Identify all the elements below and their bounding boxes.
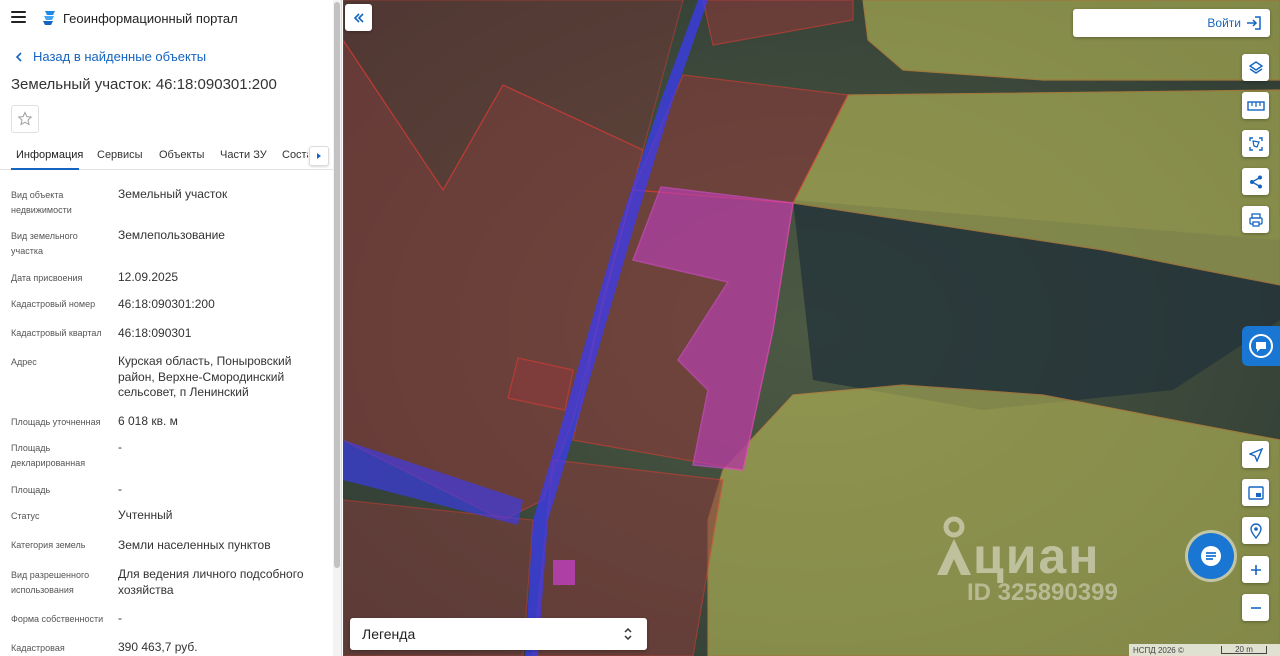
farmland-parcel-se bbox=[707, 384, 1280, 656]
ruler-icon bbox=[1246, 100, 1265, 111]
navigation-arrow-icon bbox=[1248, 447, 1263, 462]
property-value: 46:18:090301 bbox=[118, 326, 192, 340]
tab-objects[interactable]: Объекты bbox=[159, 149, 204, 161]
property-label: Площадь bbox=[11, 485, 51, 495]
login-label: Войти bbox=[1207, 16, 1241, 30]
property-value: 12.09.2025 bbox=[118, 270, 179, 284]
property-label: Статус bbox=[11, 511, 40, 521]
scrollbar-thumb[interactable] bbox=[334, 2, 340, 568]
picture-in-picture-icon bbox=[1247, 485, 1264, 500]
minimap-button[interactable] bbox=[1242, 479, 1269, 506]
property-value: - bbox=[118, 482, 122, 496]
map-view[interactable]: Войти циан ID 325890399 Легенда НСПД 202… bbox=[343, 0, 1280, 656]
share-button[interactable] bbox=[1242, 168, 1269, 195]
chevron-updown-icon bbox=[624, 627, 632, 641]
chat-bubble-icon bbox=[1201, 546, 1221, 566]
minus-icon bbox=[1250, 606, 1261, 609]
favorite-button[interactable] bbox=[11, 105, 39, 133]
tab-parts[interactable]: Части ЗУ bbox=[220, 149, 267, 161]
portal-title: Геоинформационный портал bbox=[63, 11, 238, 26]
property-label: Форма собственности bbox=[11, 614, 104, 624]
ruler-button[interactable] bbox=[1242, 92, 1269, 119]
share-icon bbox=[1249, 175, 1262, 188]
feedback-side-tab[interactable] bbox=[1242, 326, 1280, 366]
legend-select[interactable]: Легенда bbox=[350, 618, 647, 650]
property-label: Площадь уточненная bbox=[11, 417, 101, 427]
property-label: Дата присвоения bbox=[11, 273, 83, 283]
zoom-in-button[interactable] bbox=[1242, 556, 1269, 583]
property-value: - bbox=[118, 611, 122, 625]
zoom-out-button[interactable] bbox=[1242, 594, 1269, 621]
map-pin-icon bbox=[1249, 522, 1262, 539]
active-tab-indicator bbox=[11, 168, 79, 170]
property-value: Учтенный bbox=[118, 508, 173, 522]
print-button[interactable] bbox=[1242, 206, 1269, 233]
property-label: Кадастровая bbox=[11, 643, 65, 653]
map-canvas[interactable] bbox=[343, 0, 1280, 656]
tabs-scroll-right-button[interactable] bbox=[309, 146, 329, 166]
property-value: Земельный участок bbox=[118, 187, 228, 201]
tab-services[interactable]: Сервисы bbox=[97, 149, 143, 161]
star-icon bbox=[17, 111, 33, 126]
collapse-panel-button[interactable] bbox=[345, 4, 372, 31]
property-label: Вид объекта недвижимости bbox=[11, 190, 72, 215]
property-value: Для ведения личного подсобного хозяйства bbox=[118, 567, 304, 597]
login-icon bbox=[1247, 16, 1261, 30]
property-label: Кадастровый номер bbox=[11, 299, 96, 309]
property-value: 6 018 кв. м bbox=[118, 414, 178, 428]
property-value: - bbox=[118, 440, 122, 454]
login-button[interactable]: Войти bbox=[1073, 9, 1270, 37]
panel-header: Геоинформационный портал bbox=[0, 0, 341, 36]
scale-bar: 20 m bbox=[1221, 646, 1267, 654]
layers-icon bbox=[1248, 60, 1263, 74]
printer-icon bbox=[1248, 212, 1263, 227]
info-panel: Геоинформационный портал Назад в найденн… bbox=[0, 0, 342, 656]
property-label: Площадь декларированная bbox=[11, 443, 86, 468]
select-area-button[interactable] bbox=[1242, 130, 1269, 157]
property-label: Категория земель bbox=[11, 540, 86, 550]
geolocate-button[interactable] bbox=[1242, 441, 1269, 468]
property-label: Вид земельного участка bbox=[11, 231, 78, 256]
property-value: Землепользование bbox=[118, 228, 225, 242]
app-window: Геоинформационный портал Назад в найденн… bbox=[0, 0, 1280, 656]
plus-icon bbox=[1250, 564, 1261, 575]
back-link-label: Назад в найденные объекты bbox=[33, 49, 207, 64]
attribution-text: НСПД 2026 © bbox=[1133, 645, 1184, 655]
tab-composition[interactable]: Соста bbox=[282, 149, 308, 161]
layers-button[interactable] bbox=[1242, 54, 1269, 81]
property-value: Курская область, Поныровский район, Верх… bbox=[118, 354, 292, 399]
property-value: 46:18:090301:200 bbox=[118, 297, 215, 311]
legend-label: Легенда bbox=[362, 626, 416, 642]
property-label: Адрес bbox=[11, 357, 37, 367]
portal-logo-icon bbox=[43, 11, 55, 25]
building-marker bbox=[553, 560, 575, 585]
property-label: Кадастровый квартал bbox=[11, 328, 102, 338]
map-attribution: НСПД 2026 © 20 m bbox=[1129, 644, 1280, 656]
feedback-icon bbox=[1249, 334, 1273, 358]
chat-button[interactable] bbox=[1188, 533, 1234, 579]
triangle-right-icon bbox=[317, 153, 321, 159]
tab-bar: Информация Сервисы Объекты Части ЗУ Сост… bbox=[0, 142, 333, 170]
select-area-icon bbox=[1248, 136, 1263, 151]
tab-information[interactable]: Информация bbox=[16, 149, 83, 161]
property-label: Вид разрешенного использования bbox=[11, 570, 90, 595]
back-to-results-link[interactable]: Назад в найденные объекты bbox=[12, 49, 206, 64]
location-search-button[interactable] bbox=[1242, 517, 1269, 544]
double-chevron-left-icon bbox=[353, 12, 364, 23]
menu-icon[interactable] bbox=[11, 11, 26, 23]
chevron-left-icon bbox=[15, 51, 22, 62]
property-value: Земли населенных пунктов bbox=[118, 538, 271, 552]
property-value: 390 463,7 руб. bbox=[118, 640, 198, 654]
panel-scrollbar[interactable] bbox=[333, 0, 341, 656]
object-title: Земельный участок: 46:18:090301:200 bbox=[11, 76, 277, 93]
